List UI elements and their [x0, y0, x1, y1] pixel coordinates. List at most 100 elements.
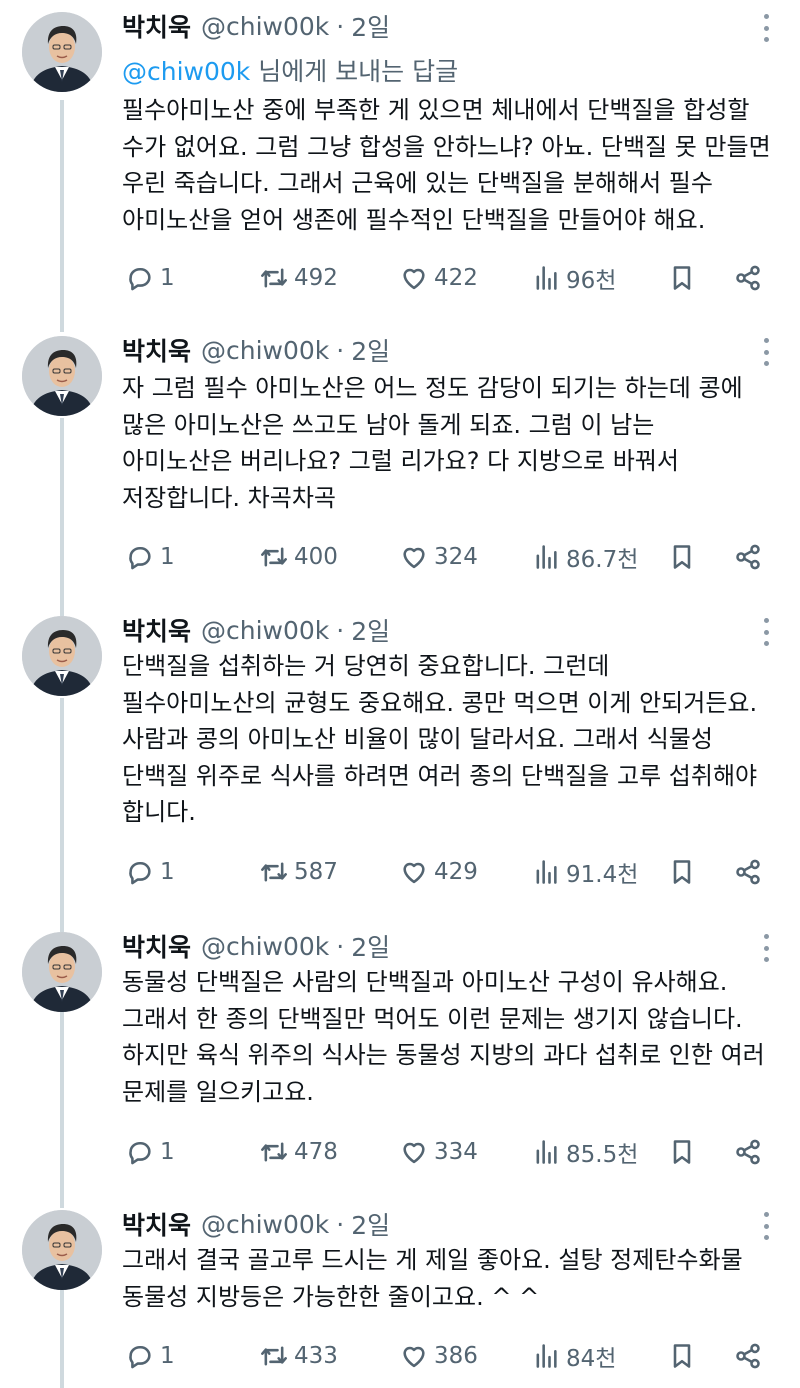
views-count: 84천 [566, 1346, 617, 1372]
tweet[interactable]: 박치욱 @chiw00k · 2일 동물성 단백질은 사람의 단백질과 아미노산… [0, 922, 800, 1206]
views-count: 85.5천 [566, 1142, 639, 1168]
timestamp[interactable]: 2일 [351, 8, 390, 44]
views-button[interactable]: 91.4천 [532, 852, 638, 892]
author-handle[interactable]: @chiw00k [201, 12, 329, 41]
bookmark-button[interactable] [668, 258, 696, 298]
views-button[interactable]: 96천 [532, 258, 616, 298]
views-button[interactable]: 86.7천 [532, 537, 638, 577]
author-handle[interactable]: @chiw00k [201, 616, 329, 645]
author-name[interactable]: 박치욱 [122, 8, 191, 44]
tweet[interactable]: 박치욱 @chiw00k · 2일 그래서 결국 골고루 드시는 게 제일 좋아… [0, 1200, 800, 1388]
more-vertical-icon[interactable] [756, 618, 776, 646]
tweet-actions: 1 400 324 86.7천 [122, 537, 782, 577]
more-vertical-icon[interactable] [756, 1212, 776, 1240]
tweet-header: 박치욱 @chiw00k · 2일 [122, 928, 390, 964]
reply-to-label: @chiw00k 님에게 보내는 답글 [122, 52, 458, 88]
repost-button[interactable]: 492 [260, 258, 338, 298]
avatar[interactable] [22, 12, 102, 92]
views-count: 96천 [566, 268, 617, 294]
tweet-text-line: 수가 없어요. 그럼 그냥 합성을 안하느냐? 아뇨. 단백질 못 만들면 [122, 132, 771, 161]
like-button[interactable]: 429 [400, 852, 478, 892]
author-handle[interactable]: @chiw00k [201, 336, 329, 365]
like-button[interactable]: 334 [400, 1132, 478, 1172]
avatar[interactable] [22, 336, 102, 416]
tweet-text-line: 필수아미노산의 균형도 중요해요. 콩만 먹으면 이게 안되거든요. [122, 688, 758, 717]
tweet-text-line: 단백질을 섭취하는 거 당연히 중요합니다. 그런데 [122, 652, 610, 680]
more-vertical-icon[interactable] [756, 934, 776, 962]
timestamp[interactable]: 2일 [351, 612, 390, 648]
repost-count: 433 [294, 1343, 338, 1369]
share-button[interactable] [734, 537, 762, 577]
author-name[interactable]: 박치욱 [122, 332, 191, 368]
repost-arrows-icon [261, 1346, 287, 1366]
like-button[interactable]: 386 [400, 1336, 478, 1376]
bookmark-icon [673, 860, 691, 884]
heart-icon [403, 268, 425, 290]
bookmark-icon [673, 545, 691, 569]
share-icon [736, 544, 760, 570]
avatar[interactable] [22, 932, 102, 1012]
tweet[interactable]: 박치욱 @chiw00k · 2일 @chiw00k 님에게 보내는 답글 필수… [0, 0, 800, 330]
bookmark-button[interactable] [668, 537, 696, 577]
reply-mention-link[interactable]: @chiw00k [122, 57, 250, 86]
reply-button[interactable]: 1 [126, 852, 175, 892]
bar-chart-icon [536, 266, 557, 290]
author-handle[interactable]: @chiw00k [201, 932, 329, 961]
tweet-header: 박치욱 @chiw00k · 2일 [122, 612, 390, 648]
avatar[interactable] [22, 616, 102, 696]
repost-button[interactable]: 433 [260, 1336, 338, 1376]
separator-dot: · [336, 615, 345, 645]
share-icon [736, 859, 760, 885]
views-button[interactable]: 84천 [532, 1336, 616, 1376]
repost-button[interactable]: 400 [260, 537, 338, 577]
author-name[interactable]: 박치욱 [122, 928, 191, 964]
author-handle[interactable]: @chiw00k [201, 1210, 329, 1239]
share-button[interactable] [734, 852, 762, 892]
author-name[interactable]: 박치욱 [122, 1206, 191, 1242]
share-button[interactable] [734, 258, 762, 298]
more-vertical-icon[interactable] [756, 14, 776, 42]
reply-count: 1 [160, 859, 175, 885]
tweet-header: 박치욱 @chiw00k · 2일 [122, 1206, 390, 1242]
tweet-text-line: 그래서 결국 골고루 드시는 게 제일 좋아요. 설탕 정제탄수화물 [122, 1246, 743, 1274]
repost-count: 400 [294, 544, 338, 570]
tweet[interactable]: 박치욱 @chiw00k · 2일 자 그럼 필수 아미노산은 어느 정도 감당… [0, 330, 800, 616]
repost-arrows-icon [261, 1142, 287, 1162]
repost-button[interactable]: 478 [260, 1132, 338, 1172]
like-button[interactable]: 422 [400, 258, 478, 298]
tweet-text-line: 아미노산은 버리나요? 그럴 리가요? 다 지방으로 바꿔서 [122, 447, 680, 475]
avatar[interactable] [22, 1210, 102, 1290]
reply-button[interactable]: 1 [126, 258, 175, 298]
tweet-text: 자 그럼 필수 아미노산은 어느 정도 감당이 되기는 하는데 콩에 많은 아미… [122, 370, 782, 516]
reply-button[interactable]: 1 [126, 537, 175, 577]
repost-count: 478 [294, 1139, 338, 1165]
views-button[interactable]: 85.5천 [532, 1132, 638, 1172]
timestamp[interactable]: 2일 [351, 1206, 390, 1242]
heart-icon [403, 1142, 425, 1164]
bookmark-button[interactable] [668, 1336, 696, 1376]
reply-button[interactable]: 1 [126, 1132, 175, 1172]
heart-icon [403, 547, 425, 569]
timestamp[interactable]: 2일 [351, 332, 390, 368]
tweet-actions: 1 587 429 91.4천 [122, 852, 782, 892]
bar-chart-icon [536, 1344, 557, 1368]
tweet-text-line: 많은 아미노산은 쓰고도 남아 돌게 되죠. 그럼 이 남는 [122, 410, 655, 439]
tweet[interactable]: 박치욱 @chiw00k · 2일 단백질을 섭취하는 거 당연히 중요합니다.… [0, 608, 800, 928]
speech-bubble-icon [129, 1141, 151, 1165]
bookmark-icon [673, 266, 691, 290]
heart-icon [403, 1346, 425, 1368]
share-button[interactable] [734, 1336, 762, 1376]
bookmark-button[interactable] [668, 852, 696, 892]
reply-button[interactable]: 1 [126, 1336, 175, 1376]
bookmark-button[interactable] [668, 1132, 696, 1172]
more-vertical-icon[interactable] [756, 338, 776, 366]
author-name[interactable]: 박치욱 [122, 612, 191, 648]
share-button[interactable] [734, 1132, 762, 1172]
like-count: 386 [434, 1343, 478, 1369]
tweet-text-line: 필수아미노산 중에 부족한 게 있으면 체내에서 단백질을 합성할 [122, 96, 750, 124]
repost-button[interactable]: 587 [260, 852, 338, 892]
heart-icon [403, 862, 425, 884]
like-button[interactable]: 324 [400, 537, 478, 577]
timestamp[interactable]: 2일 [351, 928, 390, 964]
repost-count: 587 [294, 859, 338, 885]
